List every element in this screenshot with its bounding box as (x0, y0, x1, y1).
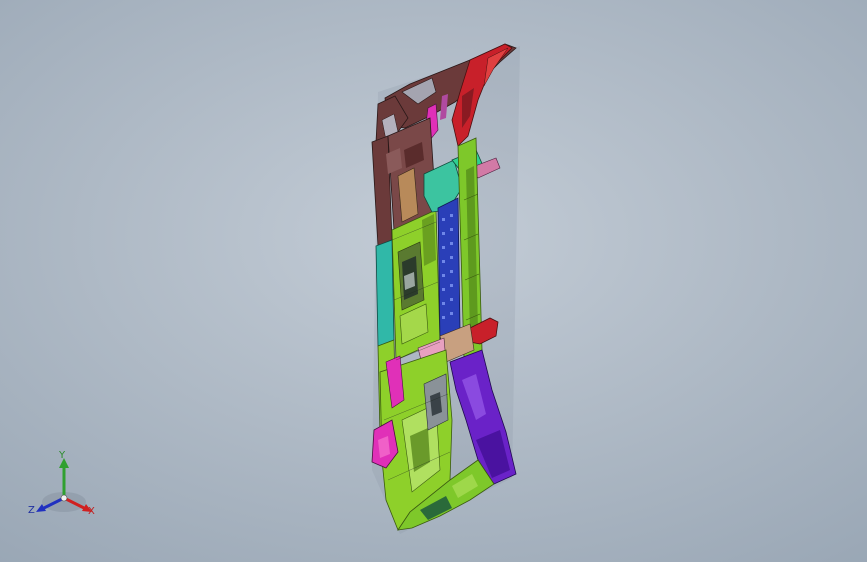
graphics-viewport[interactable]: Y X Z (0, 0, 867, 562)
triad-z-label: Z (28, 505, 35, 516)
triad-y-label: Y (59, 450, 66, 461)
cad-assembly-icon[interactable] (0, 0, 867, 562)
coordinate-triad-icon: Y X Z (24, 448, 104, 524)
triad-x-label: X (88, 506, 95, 517)
